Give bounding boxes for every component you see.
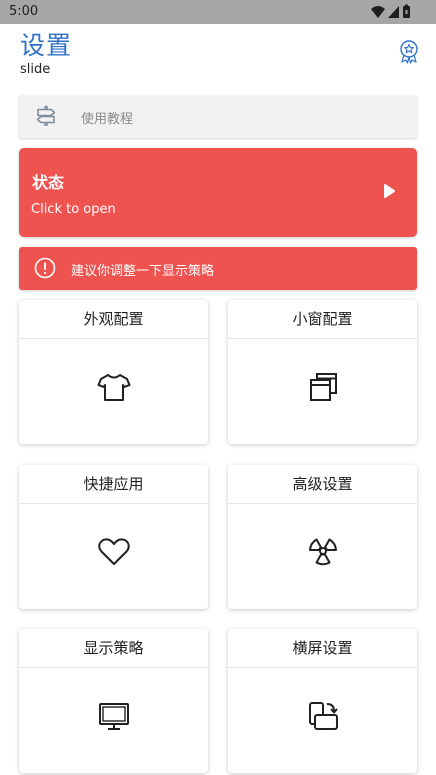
status-card-title: 状态 [32, 173, 65, 192]
warning-banner[interactable]: 建议你调整一下显示策略 [19, 247, 417, 290]
card-title: 显示策略 [19, 629, 208, 668]
card-title: 小窗配置 [228, 300, 417, 339]
page-subtitle: slide [20, 62, 51, 77]
tutorial-button[interactable]: 使用教程 [19, 95, 417, 138]
signal-icon [388, 6, 399, 18]
status-card[interactable]: 状态 Click to open [19, 148, 417, 237]
card-window[interactable]: 小窗配置 [228, 300, 417, 444]
card-landscape[interactable]: 横屏设置 [228, 629, 417, 773]
system-icons [371, 4, 410, 18]
card-title: 外观配置 [19, 300, 208, 339]
heart-icon [98, 538, 130, 565]
card-title: 高级设置 [228, 465, 417, 504]
card-display-strategy[interactable]: 显示策略 [19, 629, 208, 773]
rotate-screen-icon [309, 702, 338, 730]
tutorial-label: 使用教程 [81, 112, 134, 127]
warning-text: 建议你调整一下显示策略 [71, 264, 215, 279]
radiation-icon [309, 538, 337, 566]
monitor-icon [99, 703, 129, 730]
card-quick-apps[interactable]: 快捷应用 [19, 465, 208, 609]
card-advanced[interactable]: 高级设置 [228, 465, 417, 609]
card-title: 快捷应用 [19, 465, 208, 504]
status-card-subtitle: Click to open [31, 202, 116, 217]
status-time: 5:00 [9, 4, 39, 19]
alert-circle-icon [34, 257, 56, 279]
windows-icon [310, 373, 337, 401]
wifi-icon [371, 6, 385, 18]
status-bar: 5:00 [0, 0, 436, 24]
card-appearance[interactable]: 外观配置 [19, 300, 208, 444]
card-title: 横屏设置 [228, 629, 417, 668]
award-icon[interactable] [398, 40, 420, 64]
tshirt-icon [97, 374, 131, 401]
signpost-icon [36, 105, 56, 126]
play-icon [384, 184, 395, 198]
page-title: 设置 [20, 31, 73, 60]
